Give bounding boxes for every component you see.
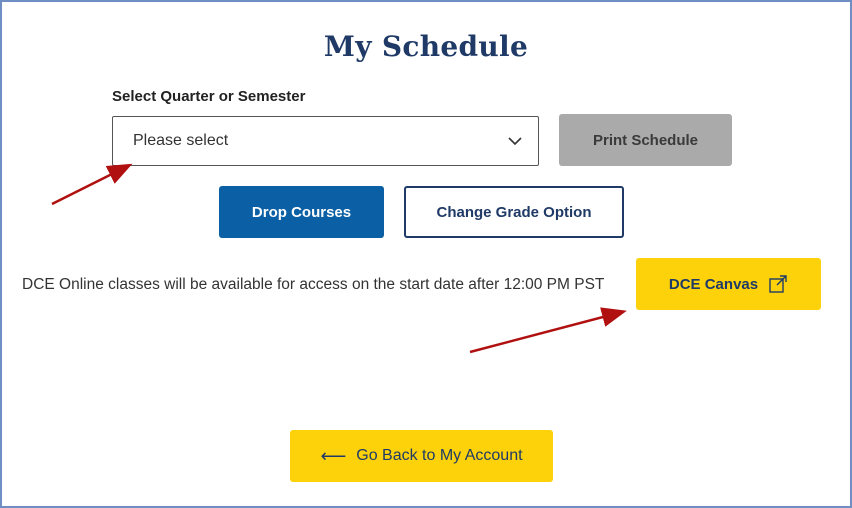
term-select-value: Please select: [133, 132, 229, 149]
change-grade-option-button[interactable]: Change Grade Option: [404, 186, 624, 238]
arrow-left-icon: ⟵: [320, 445, 347, 466]
drop-courses-button[interactable]: Drop Courses: [219, 186, 384, 238]
online-access-notice: DCE Online classes will be available for…: [22, 276, 605, 293]
print-schedule-button[interactable]: Print Schedule: [559, 114, 732, 166]
dce-canvas-button[interactable]: DCE Canvas: [636, 258, 821, 310]
change-grade-option-label: Change Grade Option: [436, 203, 592, 221]
term-select-label: Select Quarter or Semester: [112, 88, 306, 105]
external-link-icon: [769, 275, 787, 293]
print-schedule-label: Print Schedule: [592, 131, 699, 149]
term-select[interactable]: Please select: [112, 116, 539, 166]
chevron-down-icon: [508, 137, 522, 146]
drop-courses-label: Drop Courses: [251, 203, 352, 221]
dce-canvas-label: DCE Canvas: [668, 275, 759, 293]
page-title: My Schedule: [323, 30, 529, 63]
page-frame: My Schedule Select Quarter or Semester P…: [0, 0, 852, 508]
go-back-to-account-button[interactable]: ⟵ Go Back to My Account: [290, 430, 553, 482]
go-back-label: Go Back to My Account: [356, 447, 523, 464]
